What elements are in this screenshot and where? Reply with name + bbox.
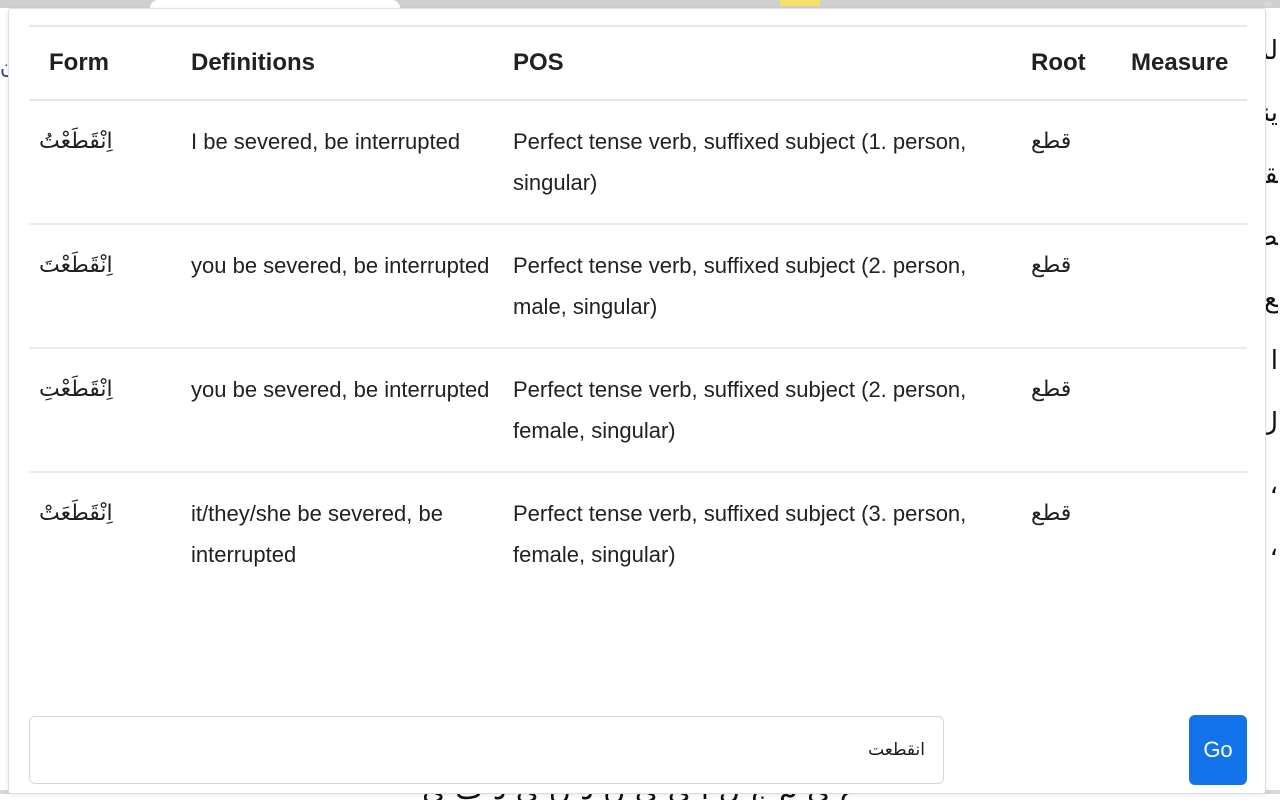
cell-measure <box>1121 224 1247 349</box>
cell-form: اِنْقَطَعْتَ <box>29 224 181 349</box>
tab-highlight-marker <box>780 0 820 6</box>
results-panel-body: Form Definitions POS Root Measure اِنْقَ… <box>9 25 1265 793</box>
cell-pos: Perfect tense verb, suffixed subject (2.… <box>503 224 1021 349</box>
cell-root: قطع <box>1031 501 1072 526</box>
column-header-pos: POS <box>503 25 1021 101</box>
cell-pos: Perfect tense verb, suffixed subject (2.… <box>503 348 1021 473</box>
table-row[interactable]: اِنْقَطَعْتِ you be severed, be interrup… <box>29 348 1247 473</box>
go-button[interactable]: Go <box>1189 715 1247 785</box>
search-input[interactable] <box>29 716 944 784</box>
column-header-definitions: Definitions <box>181 25 503 101</box>
results-table-head: Form Definitions POS Root Measure <box>29 25 1247 101</box>
cell-definition: it/they/she be severed, be interrupted <box>191 501 443 567</box>
table-row[interactable]: اِنْقَطَعْتَ you be severed, be interrup… <box>29 224 1247 349</box>
cell-root: قطع <box>1021 348 1121 473</box>
window-control-dot[interactable] <box>1264 1 1272 7</box>
search-bar: Go <box>29 715 1247 785</box>
cell-definition: you be severed, be interrupted <box>181 348 503 473</box>
column-header-measure: Measure <box>1121 25 1247 101</box>
browser-chrome-strip <box>0 0 1280 8</box>
cell-measure <box>1121 472 1247 595</box>
browser-tab[interactable] <box>150 0 400 8</box>
cell-root: قطع <box>1021 224 1121 349</box>
column-header-form: Form <box>29 25 181 101</box>
table-row[interactable]: اِنْقَطَعَتْ it/they/she be severed, be … <box>29 472 1247 595</box>
cell-pos: Perfect tense verb, suffixed subject (3.… <box>513 501 967 567</box>
results-panel: Form Definitions POS Root Measure اِنْقَ… <box>8 8 1266 794</box>
cell-definition: you be severed, be interrupted <box>181 224 503 349</box>
cell-definition: I be severed, be interrupted <box>181 100 503 225</box>
column-header-root: Root <box>1021 25 1121 101</box>
table-header-row: Form Definitions POS Root Measure <box>29 25 1247 101</box>
cell-form: اِنْقَطَعْتُ <box>29 100 181 225</box>
cell-pos: Perfect tense verb, suffixed subject (1.… <box>503 100 1021 225</box>
cell-root: قطع <box>1021 100 1121 225</box>
results-table-body: اِنْقَطَعْتُ I be severed, be interrupte… <box>29 100 1247 595</box>
cell-measure <box>1121 100 1247 225</box>
background-arabic-left: ن <box>0 55 8 79</box>
cell-form: اِنْقَطَعْتِ <box>29 348 181 473</box>
table-row[interactable]: اِنْقَطَعْتُ I be severed, be interrupte… <box>29 100 1247 225</box>
cell-form: اِنْقَطَعَتْ <box>39 501 113 526</box>
cell-measure <box>1121 348 1247 473</box>
results-table: Form Definitions POS Root Measure اِنْقَ… <box>29 25 1247 595</box>
page-root: ن لم ينقطع ا ل ، ، ، ا ع ي م ج ل ا ي ي ن… <box>0 0 1280 800</box>
